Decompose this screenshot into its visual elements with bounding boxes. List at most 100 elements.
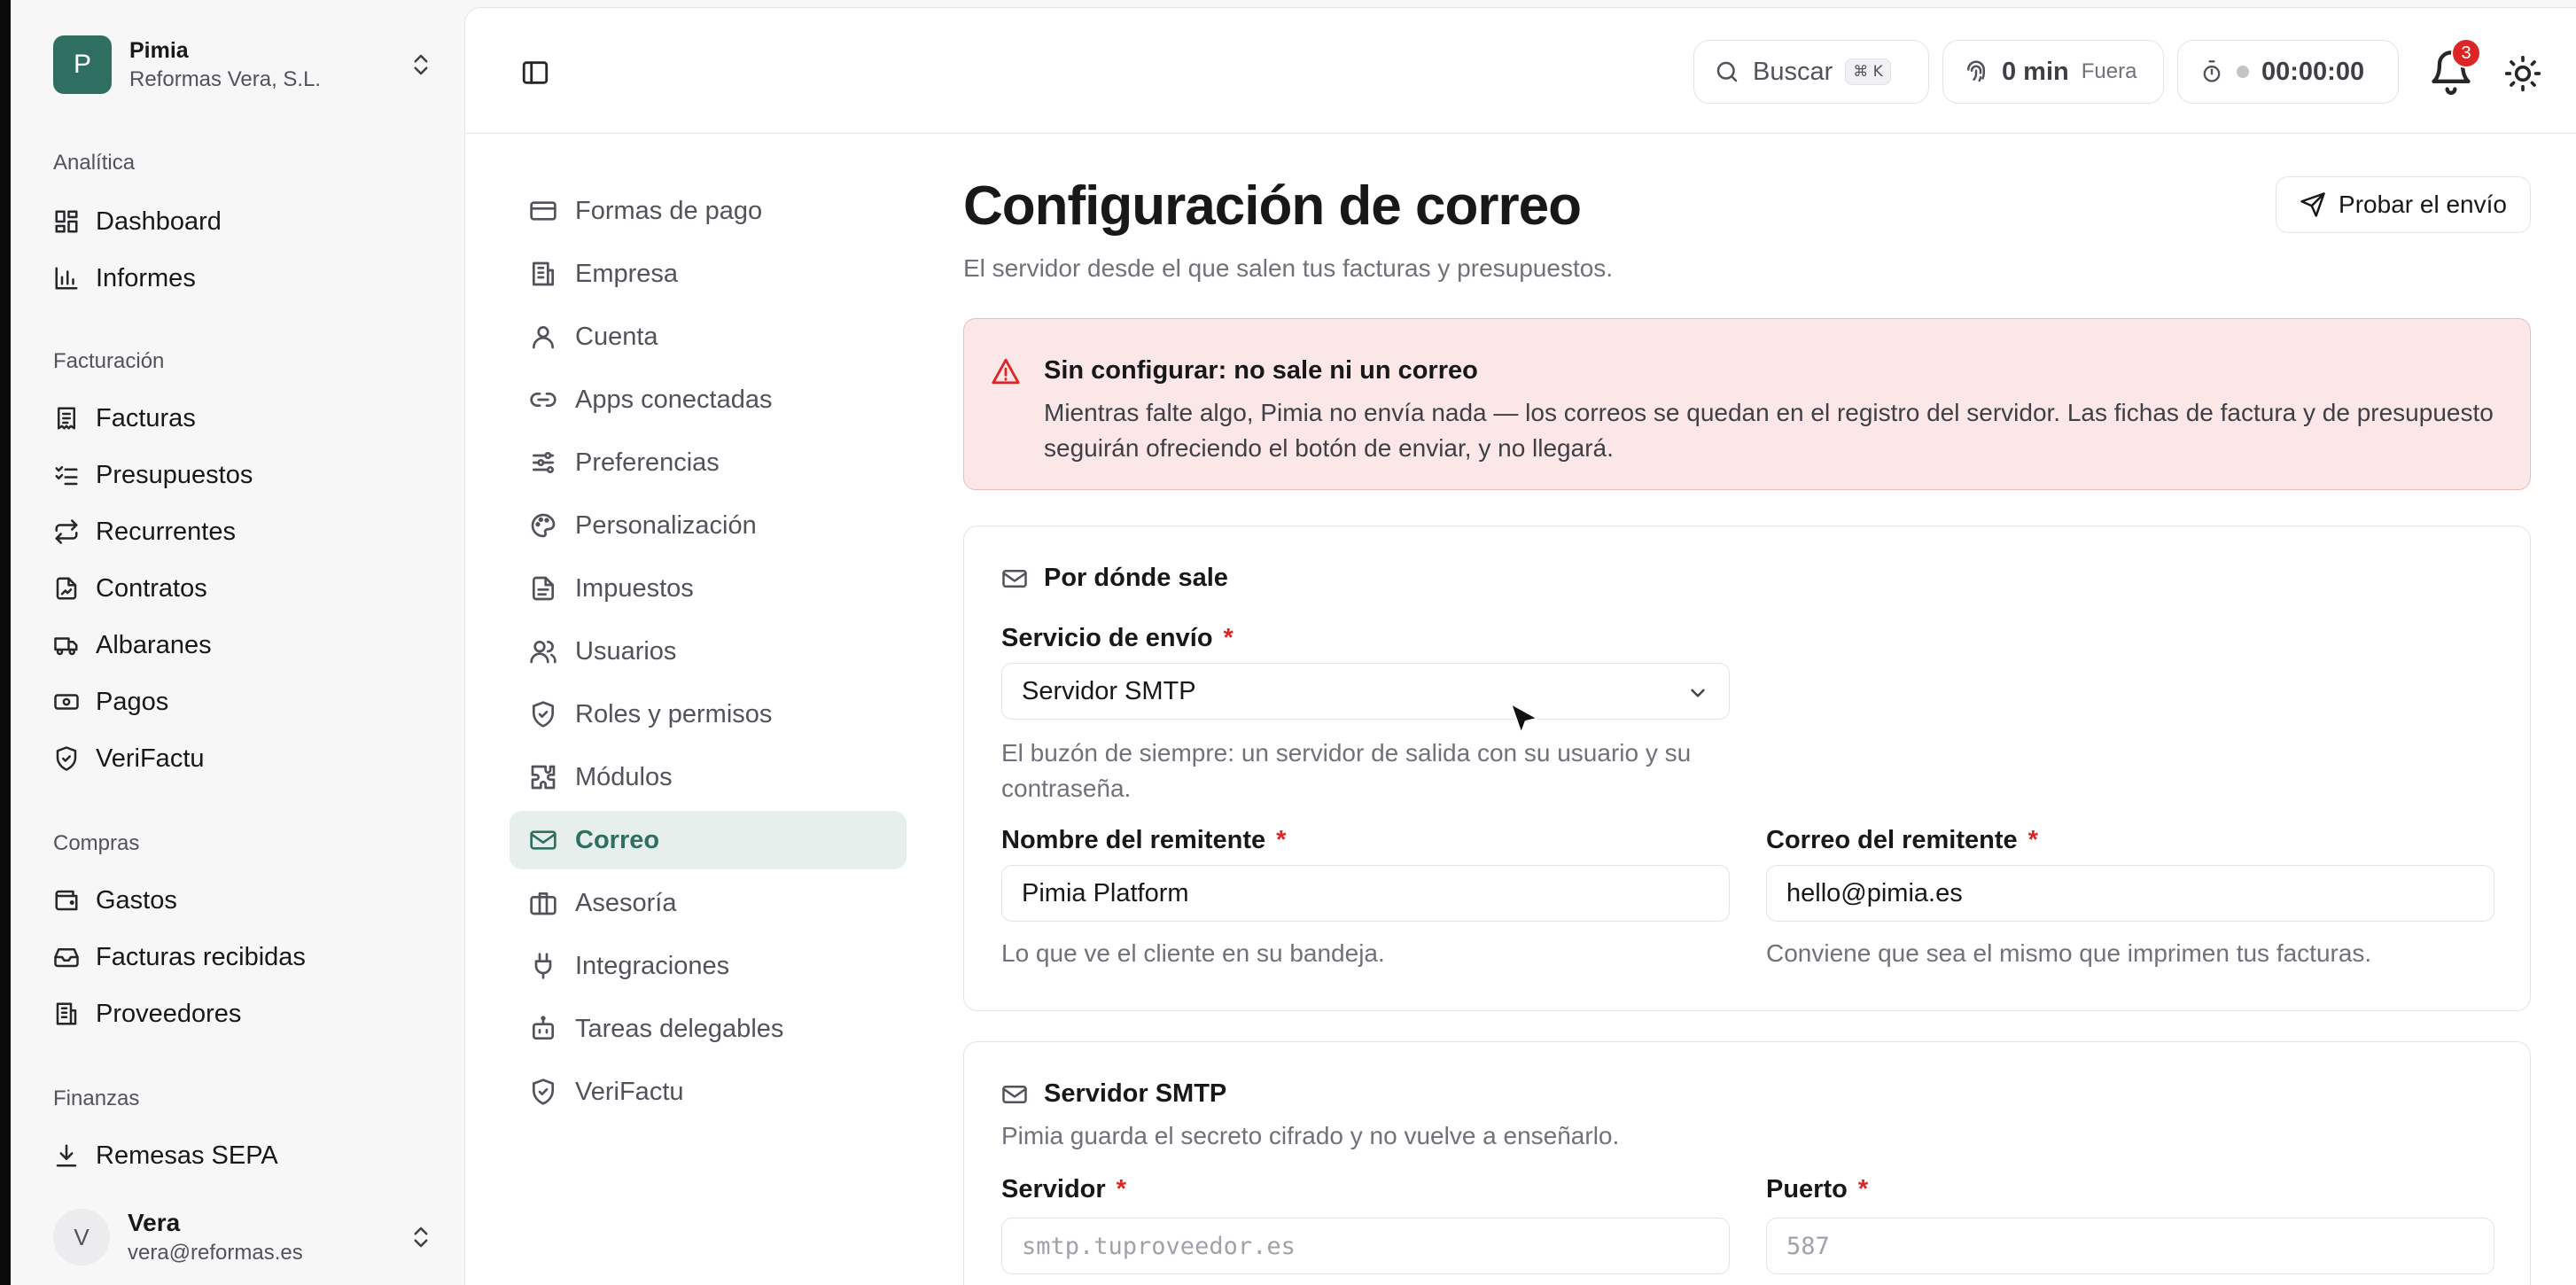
users-icon [530,641,556,664]
timer-button[interactable]: 00:00:00 [2177,40,2399,104]
smtp-card-title-text: Servidor SMTP [1044,1079,1227,1108]
section-title-finanzas: Finanzas [53,1086,140,1110]
service-select[interactable]: Servidor SMTP [1001,663,1730,720]
settings-item-cuenta[interactable]: Cuenta [510,308,907,366]
page-subtitle: El servidor desde el que salen tus factu… [963,254,1614,282]
sidebar-item-dashboard[interactable]: Dashboard [53,200,222,243]
sidebar-item-contratos[interactable]: Contratos [53,567,207,610]
time-status: Fuera [2081,59,2137,83]
sender-name-input[interactable]: Pimia Platform [1001,865,1730,922]
sidebar-item-gastos[interactable]: Gastos [53,879,177,922]
dashboard-icon [55,210,78,233]
sender-name-help: Lo que ve el cliente en su bandeja. [1001,939,1385,967]
settings-item-label: Personalización [575,510,757,540]
settings-item-label: Cuenta [575,322,658,351]
sidebar-item-label: Contratos [96,573,207,603]
sliders-icon [533,452,554,473]
alert-triangle-icon [992,358,1020,385]
delivery-card-title: Por dónde sale [1001,564,1228,593]
sidebar-item-informes[interactable]: Informes [53,257,196,300]
settings-item-usuarios[interactable]: Usuarios [510,622,907,681]
sidebar-item-remesas-sepa[interactable]: Remesas SEPA [53,1134,278,1177]
sidebar-item-label: Recurrentes [96,517,236,546]
settings-item-asesoria[interactable]: Asesoría [510,874,907,932]
app-sidebar: P Pimia Reformas Vera, S.L. Analítica Da… [11,0,464,1285]
not-configured-alert: Sin configurar: no sale ni un correo Mie… [963,318,2531,490]
smtp-card: Servidor SMTP Pimia guarda el secreto ci… [963,1041,2531,1285]
sender-email-label-text: Correo del remitente [1766,826,2018,854]
settings-item-integraciones[interactable]: Integraciones [510,937,907,995]
search-button[interactable]: Buscar ⌘ K [1693,40,1929,104]
time-tracking-status[interactable]: 0 min Fuera [1942,40,2164,104]
org-name: Pimia [129,37,189,63]
main-panel: Buscar ⌘ K 0 min Fuera 00:00:00 3 Formas… [464,7,2576,1285]
test-send-button[interactable]: Probar el envío [2276,176,2531,233]
required-mark: * [1276,826,1287,854]
delivery-card-title-text: Por dónde sale [1044,564,1228,592]
building-icon [56,1002,77,1025]
sidebar-item-proveedores[interactable]: Proveedores [53,993,241,1035]
sidebar-item-label: Informes [96,263,196,292]
wallet-icon [55,890,78,911]
sun-icon[interactable] [2503,54,2542,93]
org-switcher[interactable]: P Pimia Reformas Vera, S.L. [53,35,434,94]
shield-check-icon [533,701,554,728]
port-input[interactable]: 587 [1766,1218,2494,1274]
settings-item-label: Integraciones [575,951,730,980]
settings-item-roles-y-permisos[interactable]: Roles y permisos [510,685,907,744]
section-title-analitica: Analítica [53,151,136,175]
banknote-icon [54,694,79,710]
avatar: V [53,1209,110,1266]
credit-card-icon [530,201,556,221]
mail-icon [530,830,556,850]
section-title-facturacion: Facturación [53,349,165,373]
bar-chart-icon [55,267,78,290]
fingerprint-icon [1967,60,1985,82]
settings-item-correo[interactable]: Correo [510,811,907,869]
sender-email-label: Correo del remitente * [1766,826,2038,855]
sidebar-item-pagos[interactable]: Pagos [53,681,168,723]
settings-item-formas-de-pago[interactable]: Formas de pago [510,182,907,240]
sidebar-item-presupuestos[interactable]: Presupuestos [53,454,253,496]
mail-icon [1002,1085,1027,1103]
settings-item-label: Roles y permisos [575,699,773,728]
sidebar-item-label: Proveedores [96,999,242,1028]
settings-item-empresa[interactable]: Empresa [510,245,907,303]
settings-item-apps-conectadas[interactable]: Apps conectadas [510,370,907,429]
file-text-icon [533,576,554,601]
server-input[interactable]: smtp.tuproveedor.es [1001,1218,1730,1274]
file-signature-icon [56,577,77,600]
timer-value: 00:00:00 [2261,57,2365,86]
sidebar-item-recurrentes[interactable]: Recurrentes [53,510,236,553]
notification-count-badge: 3 [2451,38,2481,68]
settings-item-preferencias[interactable]: Preferencias [510,433,907,492]
settings-item-verifactu[interactable]: VeriFactu [510,1063,907,1121]
sidebar-item-verifactu[interactable]: VeriFactu [53,737,205,780]
port-label: Puerto * [1766,1175,1868,1204]
sidebar-item-albaranes[interactable]: Albaranes [53,624,212,666]
chevrons-up-down-icon [414,1227,428,1248]
settings-item-tareas-delegables[interactable]: Tareas delegables [510,1000,907,1058]
sender-email-help: Conviene que sea el mismo que imprimen t… [1766,939,2372,967]
alert-body: Mientras falte algo, Pimia no envía nada… [1044,399,2494,462]
puzzle-icon [531,765,556,790]
sidebar-item-label: Pagos [96,687,169,716]
sender-name-label: Nombre del remitente * [1001,826,1286,855]
user-menu[interactable]: V Vera vera@reformas.es [53,1202,434,1273]
sidebar-toggle-icon[interactable] [520,58,550,88]
test-send-label: Probar el envío [2339,191,2507,218]
required-mark: * [1857,1175,1869,1203]
settings-item-personalizacion[interactable]: Personalización [510,496,907,555]
user-email: vera@reformas.es [128,1241,303,1265]
sidebar-item-facturas[interactable]: Facturas [53,397,196,440]
settings-item-label: Preferencias [575,448,720,477]
port-label-text: Puerto [1766,1175,1848,1203]
sidebar-item-label: Facturas [96,403,196,432]
sidebar-item-facturas-recibidas[interactable]: Facturas recibidas [53,936,306,978]
time-value: 0 min [2002,57,2069,86]
stopwatch-icon [2203,60,2221,82]
sidebar-item-label: Gastos [96,885,177,915]
settings-item-modulos[interactable]: Módulos [510,748,907,806]
settings-item-impuestos[interactable]: Impuestos [510,559,907,618]
sender-email-input[interactable]: hello@pimia.es [1766,865,2494,922]
